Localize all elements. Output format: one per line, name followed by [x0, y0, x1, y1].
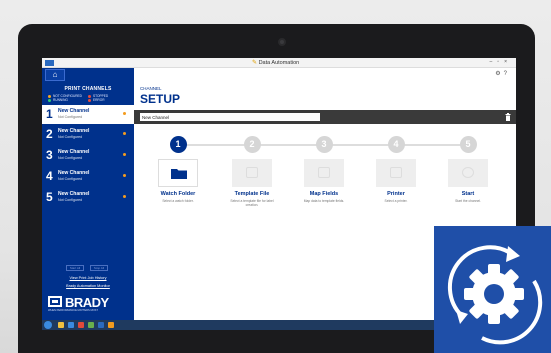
map-fields-icon — [318, 167, 330, 178]
step-title: Map Fields — [309, 191, 339, 197]
step-tile — [448, 159, 488, 187]
trash-icon[interactable] — [505, 113, 511, 121]
legend-item: ERROR — [88, 98, 128, 102]
channel-item-1[interactable]: 1 New Channel Not Configured — [42, 105, 134, 124]
stop-all-button[interactable]: Stop All — [90, 265, 108, 271]
start-menu-icon[interactable] — [44, 321, 52, 329]
gear-icon[interactable]: ⚙ — [495, 71, 503, 77]
step-title: Start — [461, 191, 475, 197]
step-number: 5 — [459, 136, 477, 153]
step-start[interactable]: 5 Start Start the channel. — [438, 136, 498, 203]
print-job-history-link[interactable]: View Print Job History — [42, 276, 134, 280]
app-icon-green[interactable] — [88, 322, 94, 328]
channel-name: New Channel — [58, 108, 90, 114]
channel-number: 1 — [46, 107, 53, 121]
legend-item: RUNNING — [48, 98, 88, 102]
status-dot — [123, 153, 126, 156]
app-icon-blue[interactable] — [98, 322, 104, 328]
channel-status: Not Configured — [58, 115, 83, 119]
channel-name: New Channel — [58, 191, 90, 197]
step-number: 4 — [387, 136, 405, 153]
window-title: ✎ Data Automation — [252, 59, 299, 66]
printer-icon — [390, 167, 402, 178]
browser-icon[interactable] — [68, 322, 74, 328]
brady-tagline: WHEN PERFORMANCE MATTERS MOST — [48, 309, 98, 312]
channel-status: Not Configured — [58, 177, 83, 181]
step-number: 2 — [243, 136, 261, 153]
step-description: Map data to template fields. — [303, 199, 345, 203]
template-icon — [246, 167, 258, 178]
step-title: Watch Folder — [160, 191, 196, 197]
close-icon[interactable]: × — [504, 59, 512, 65]
step-map-fields[interactable]: 3 Map Fields Map data to template fields… — [294, 136, 354, 203]
channel-item-4[interactable]: 4 New Channel Not Configured — [42, 167, 134, 186]
channel-name: New Channel — [58, 128, 90, 134]
channel-item-5[interactable]: 5 New Channel Not Configured — [42, 188, 134, 207]
brady-logo-icon — [48, 296, 62, 307]
step-tile — [376, 159, 416, 187]
status-dot — [123, 112, 126, 115]
channel-status: Not Configured — [58, 156, 83, 160]
step-description: Select a template file for label creatio… — [230, 199, 274, 207]
channel-number: 4 — [46, 169, 53, 183]
home-icon: ⌂ — [52, 70, 58, 79]
title-bar: ✎ Data Automation –▫× — [42, 58, 516, 68]
step-number: 3 — [315, 136, 333, 153]
step-number: 1 — [169, 136, 187, 153]
channel-number: 3 — [46, 148, 53, 162]
sidebar: ⌂ PRINT CHANNELS NOT CONFIGURED STOPPED R… — [42, 68, 134, 320]
legend-dot — [48, 98, 51, 102]
channel-status: Not Configured — [58, 135, 83, 139]
sidebar-title: PRINT CHANNELS — [64, 86, 112, 92]
step-title: Printer — [387, 191, 405, 197]
data-automation-taskbar-icon[interactable] — [108, 322, 114, 328]
help-icon[interactable]: ? — [504, 71, 510, 77]
channel-name: New Channel — [58, 149, 90, 155]
step-description: Start the channel. — [455, 199, 481, 203]
channel-name-input[interactable] — [140, 113, 320, 121]
status-legend: NOT CONFIGURED STOPPED RUNNING ERROR — [48, 94, 132, 102]
channel-name-bar — [134, 110, 516, 124]
channel-number: 2 — [46, 127, 53, 141]
step-description: Select a printer. — [384, 199, 408, 203]
window-title-text: Data Automation — [258, 60, 300, 66]
step-tile — [232, 159, 272, 187]
channel-name: New Channel — [58, 170, 90, 176]
automation-monitor-link[interactable]: Brady Automation Monitor — [42, 284, 134, 288]
page-title: SETUP — [140, 92, 181, 106]
top-icons: ⚙? — [495, 70, 510, 77]
app-icon — [45, 60, 54, 66]
status-dot — [123, 132, 126, 135]
step-description: Select a watch folder. — [162, 199, 194, 203]
refresh-gear-icon — [447, 245, 543, 345]
step-watch-folder[interactable]: 1 Watch Folder Select a watch folder. — [148, 136, 208, 203]
step-template-file[interactable]: 2 Template File Select a template file f… — [222, 136, 282, 207]
window-controls: –▫× — [490, 59, 512, 65]
app-icon-red[interactable] — [78, 322, 84, 328]
channel-status: Not Configured — [58, 198, 83, 202]
step-tile — [304, 159, 344, 187]
home-button[interactable]: ⌂ — [45, 69, 65, 81]
brady-logo: BRADY WHEN PERFORMANCE MATTERS MOST — [48, 295, 128, 313]
step-printer[interactable]: 4 Printer Select a printer. — [366, 136, 426, 203]
webcam — [278, 38, 286, 46]
channel-number: 5 — [46, 190, 53, 204]
automation-gear-badge — [434, 226, 551, 353]
start-all-button[interactable]: Start All — [66, 265, 84, 271]
channel-label: CHANNEL — [140, 86, 162, 91]
status-dot — [123, 174, 126, 177]
brady-mark-icon: ✎ — [252, 60, 258, 66]
status-dot — [123, 195, 126, 198]
folder-icon — [171, 169, 187, 179]
explorer-icon[interactable] — [58, 322, 64, 328]
start-icon — [462, 167, 474, 178]
brady-wordmark: BRADY — [65, 295, 109, 310]
channel-item-3[interactable]: 3 New Channel Not Configured — [42, 146, 134, 165]
step-tile — [158, 159, 198, 187]
channel-item-2[interactable]: 2 New Channel Not Configured — [42, 125, 134, 144]
step-title: Template File — [234, 191, 270, 197]
legend-dot — [88, 98, 91, 102]
